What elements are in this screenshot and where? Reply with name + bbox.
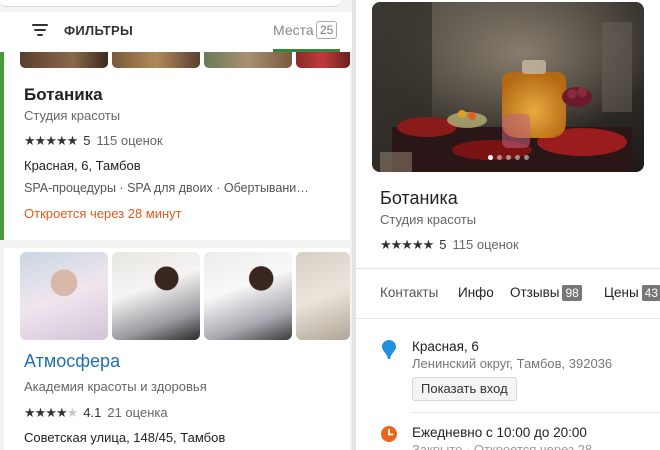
star-rating-icon: ★★★★★ bbox=[24, 133, 78, 148]
filter-icon[interactable] bbox=[32, 24, 48, 38]
place-title: Ботаника bbox=[380, 188, 458, 208]
star-rating-icon: ★★★★★ bbox=[380, 237, 434, 252]
result-address: Красная, 6, Тамбов bbox=[24, 158, 141, 173]
detail-panel: Ботаника Студия красоты ★★★★★ 5 115 оценок… bbox=[356, 0, 660, 450]
app-root: ФИЛЬТРЫ Места 25 Ботаника Студия красоты… bbox=[0, 0, 660, 450]
result-address: Советская улица, 148/45, Тамбов bbox=[24, 430, 226, 445]
photo-thumbnail[interactable] bbox=[296, 52, 350, 68]
tab-places[interactable]: Места bbox=[273, 22, 314, 38]
tab-contacts[interactable]: Контакты bbox=[380, 285, 438, 300]
divider bbox=[412, 412, 660, 413]
search-bar-edge bbox=[0, 0, 340, 7]
result-category: Академия красоты и здоровья bbox=[24, 379, 207, 394]
tab-reviews[interactable]: Отзывы 98 bbox=[510, 285, 582, 301]
result-category: Студия красоты bbox=[24, 108, 121, 123]
rating-row: ★★★★★ 5 115 оценок bbox=[24, 133, 163, 149]
location-pin-icon bbox=[382, 340, 396, 359]
star-rating-icon: ★★★★★ bbox=[24, 405, 78, 420]
opening-hours[interactable]: Ежедневно с 10:00 до 20:00 bbox=[412, 425, 587, 440]
filter-bar: ФИЛЬТРЫ Места 25 bbox=[0, 12, 352, 52]
photo-thumbnail[interactable] bbox=[20, 252, 108, 340]
photo-thumbnail[interactable] bbox=[204, 252, 292, 340]
place-category: Студия красоты bbox=[380, 212, 477, 227]
rating-row: ★★★★★ 4.1 21 оценка bbox=[24, 405, 168, 421]
result-title[interactable]: Атмосфера bbox=[24, 351, 120, 372]
tab-info[interactable]: Инфо bbox=[458, 285, 494, 300]
result-title[interactable]: Ботаника bbox=[24, 85, 103, 105]
photo-thumbnail[interactable] bbox=[112, 252, 200, 340]
divider bbox=[356, 268, 660, 269]
rating-row: ★★★★★ 5 115 оценок bbox=[380, 237, 519, 253]
address-detail: Ленинский округ, Тамбов, 392036 bbox=[412, 356, 613, 371]
results-panel: ФИЛЬТРЫ Места 25 Ботаника Студия красоты… bbox=[0, 0, 352, 450]
result-card-botanika[interactable]: Ботаника Студия красоты ★★★★★ 5 115 оценок… bbox=[0, 52, 350, 240]
address-line: Красная, 6 bbox=[412, 339, 479, 354]
tab-prices[interactable]: Цены 43 bbox=[604, 285, 660, 301]
photo-thumbnail[interactable] bbox=[20, 52, 108, 68]
open-status: Откроется через 28 минут bbox=[24, 206, 182, 221]
clock-icon bbox=[381, 426, 397, 442]
rating-value: 4.1 bbox=[83, 405, 102, 420]
hero-photo[interactable] bbox=[372, 2, 644, 172]
reviews-badge: 98 bbox=[562, 285, 582, 301]
result-card-atmosfera[interactable]: Атмосфера Академия красоты и здоровья ★★… bbox=[4, 240, 350, 450]
show-entrance-button[interactable]: Показать вход bbox=[412, 377, 517, 401]
divider bbox=[356, 318, 660, 319]
photo-thumbnail[interactable] bbox=[204, 52, 292, 68]
reviews-count[interactable]: 21 оценка bbox=[107, 405, 167, 420]
reviews-count[interactable]: 115 оценок bbox=[453, 237, 519, 252]
photo-thumbnail[interactable] bbox=[112, 52, 200, 68]
prices-badge: 43 bbox=[641, 285, 660, 301]
filters-button[interactable]: ФИЛЬТРЫ bbox=[64, 23, 133, 38]
places-count-badge: 25 bbox=[316, 21, 338, 39]
photo-thumbnail[interactable] bbox=[296, 252, 350, 340]
rating-value: 5 bbox=[83, 133, 91, 148]
carousel-dots[interactable] bbox=[372, 147, 644, 165]
reviews-count[interactable]: 115 оценок bbox=[97, 133, 163, 148]
hours-status: Закрыто · Откроется через 28 bbox=[412, 442, 593, 450]
result-services: SPA-процедуры · SPA для двоих · Обертыва… bbox=[24, 181, 309, 195]
rating-value: 5 bbox=[439, 237, 447, 252]
